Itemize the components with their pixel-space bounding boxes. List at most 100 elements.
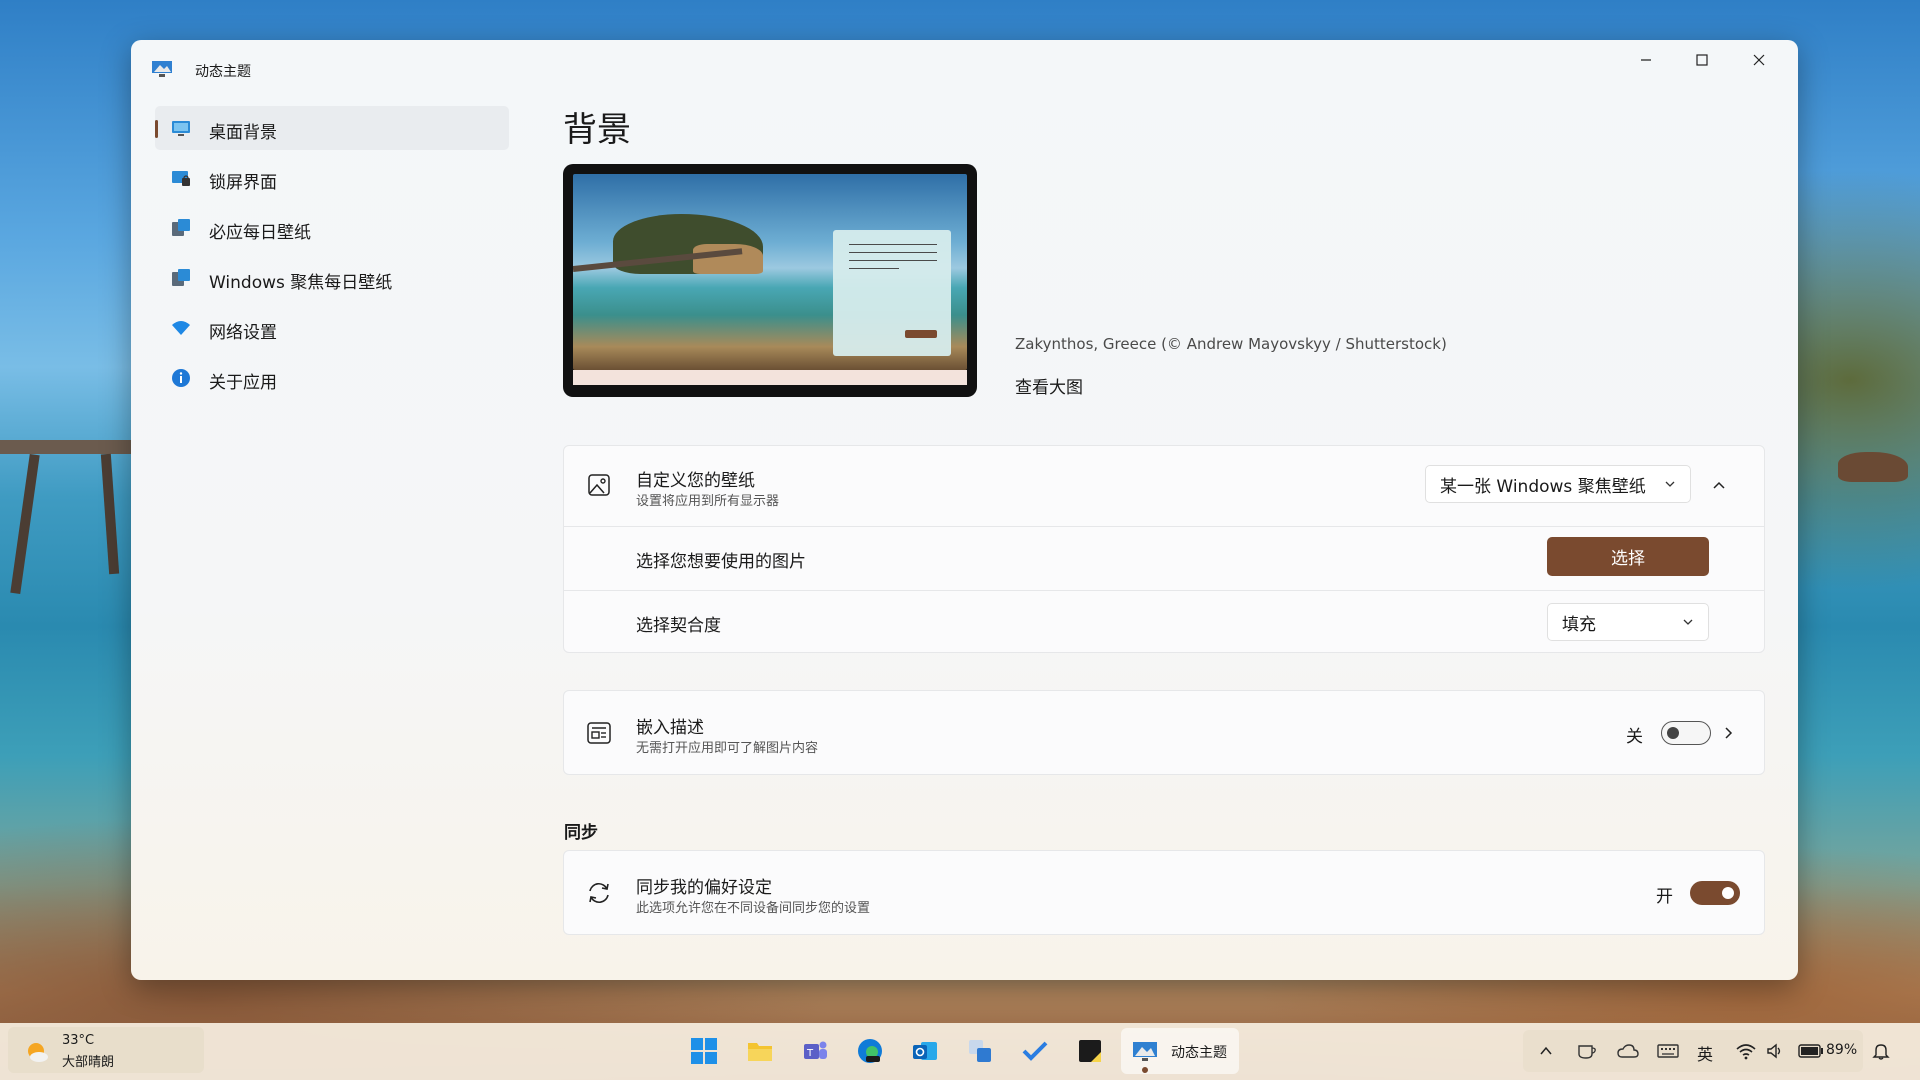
view-large-link[interactable]: 查看大图 [1015,373,1083,398]
customize-title: 自定义您的壁纸 [636,471,755,491]
preview-card-line [849,260,937,261]
chevron-up-icon[interactable] [1538,1043,1554,1059]
notification-bell-icon[interactable] [1872,1042,1890,1060]
app-icon [152,61,172,77]
sync-section-title: 同步 [564,823,598,843]
outlook-button[interactable] [907,1033,943,1069]
ime-indicator[interactable]: 英 [1697,1041,1713,1065]
file-explorer-button[interactable] [742,1033,778,1069]
info-icon [172,369,190,387]
fit-value: 填充 [1562,614,1596,635]
close-button[interactable] [1731,40,1787,80]
translate-icon [969,1040,991,1062]
taskbar: 33°C 大部晴朗 T 动态主题 英 89% [0,1023,1920,1080]
chevron-right-icon [1725,727,1733,739]
minimize-button[interactable] [1618,40,1674,80]
choose-picture-button[interactable]: 选择 [1547,537,1709,576]
embed-description-toggle[interactable] [1661,721,1711,745]
sidebar-item-label: 桌面背景 [209,123,277,143]
teams-button[interactable]: T [797,1033,833,1069]
maximize-icon [1696,54,1708,66]
sidebar-item-label: 锁屏界面 [209,173,277,193]
cloud-icon[interactable] [1617,1043,1639,1059]
preview-taskbar [573,370,967,385]
fit-label: 选择契合度 [636,616,721,636]
image-caption: Zakynthos, Greece (© Andrew Mayovskyy / … [1015,335,1447,353]
embed-title: 嵌入描述 [636,718,704,738]
sync-toggle-label: 开 [1656,887,1673,907]
picture-icon [588,474,610,496]
preview-card-button [905,330,937,338]
spotlight-wallpaper-icon [172,269,190,286]
chevron-down-icon [1683,619,1693,625]
sidebar-item-label: Windows 聚焦每日壁纸 [209,273,393,293]
minimize-icon [1641,59,1651,61]
sidebar-item-label: 必应每日壁纸 [209,223,311,243]
folder-icon [748,1043,772,1061]
edge-dev-icon [858,1039,882,1063]
desktop-icon [172,121,190,136]
divider [564,590,1764,591]
title-bar: 动态主题 [131,40,1798,100]
bing-wallpaper-icon [172,219,190,236]
sync-preferences-toggle[interactable] [1690,881,1740,905]
sidebar-item-network-settings[interactable]: 网络设置 [155,306,509,350]
sidebar-item-lock-screen[interactable]: 锁屏界面 [155,156,509,200]
preview-description-card [833,230,951,356]
toggle-knob [1667,727,1679,739]
todo-button[interactable] [1017,1033,1053,1069]
fit-dropdown[interactable]: 填充 [1547,603,1709,641]
translator-button[interactable] [962,1033,998,1069]
app-window: 动态主题 桌面背景 锁屏界面 必应每日壁纸 Windows 聚焦每日壁纸 网络设… [131,40,1798,980]
chevron-down-icon [1665,481,1675,487]
coffee-icon[interactable] [1577,1042,1597,1060]
wallpaper-source-dropdown[interactable]: 某一张 Windows 聚焦壁纸 [1425,465,1691,503]
edge-dev-button[interactable] [852,1033,888,1069]
sync-subtitle: 此选项允许您在不同设备间同步您的设置 [636,901,871,916]
divider [564,526,1764,527]
start-button[interactable] [686,1033,722,1069]
selection-indicator [155,120,158,138]
lock-screen-icon [172,171,190,186]
sync-preferences-card: 同步我的偏好设定 此选项允许您在不同设备间同步您的设置 开 [563,850,1765,935]
battery-icon[interactable] [1798,1044,1824,1058]
wifi-icon[interactable] [1736,1042,1756,1060]
caption-card-icon [587,722,611,744]
sidebar-item-bing-wallpaper[interactable]: 必应每日壁纸 [155,206,509,250]
preview-card-line [849,252,937,253]
wallpaper-preview [563,164,977,397]
battery-percentage: 89% [1826,1042,1858,1058]
desktop-pier-leg [10,453,40,595]
weather-temperature: 33°C [62,1033,95,1048]
keyboard-icon[interactable] [1657,1043,1679,1059]
sidebar-item-desktop-background[interactable]: 桌面背景 [155,106,509,150]
checkmark-icon [1022,1041,1048,1061]
dynamic-theme-taskbar-icon [1127,1033,1163,1069]
running-indicator [1142,1067,1148,1073]
active-app-label: 动态主题 [1171,1045,1227,1061]
teams-icon: T [804,1041,827,1059]
embed-description-card[interactable]: 嵌入描述 无需打开应用即可了解图片内容 关 [563,690,1765,775]
volume-icon[interactable] [1766,1042,1784,1060]
maximize-button[interactable] [1674,40,1730,80]
preview-rock [693,244,763,274]
embed-toggle-label: 关 [1626,727,1643,747]
sticky-notes-button[interactable] [1072,1033,1108,1069]
close-icon [1753,54,1765,66]
weather-widget[interactable]: 33°C 大部晴朗 [8,1027,204,1073]
choose-picture-label: 选择您想要使用的图片 [636,552,806,572]
sidebar-item-label: 网络设置 [209,323,277,343]
sidebar-item-spotlight-wallpaper[interactable]: Windows 聚焦每日壁纸 [155,256,509,300]
svg-text:T: T [806,1048,814,1059]
dynamic-theme-icon [1133,1042,1157,1061]
sidebar-item-about[interactable]: 关于应用 [155,356,509,400]
chevron-up-icon[interactable] [1712,479,1726,493]
outlook-icon [913,1042,937,1060]
window-title: 动态主题 [195,64,251,80]
sticky-note-icon [1079,1040,1101,1062]
sync-title: 同步我的偏好设定 [636,878,772,898]
wallpaper-source-value: 某一张 Windows 聚焦壁纸 [1440,476,1646,497]
toggle-knob [1722,887,1734,899]
customize-subtitle: 设置将应用到所有显示器 [636,494,780,509]
sync-icon [589,883,609,903]
